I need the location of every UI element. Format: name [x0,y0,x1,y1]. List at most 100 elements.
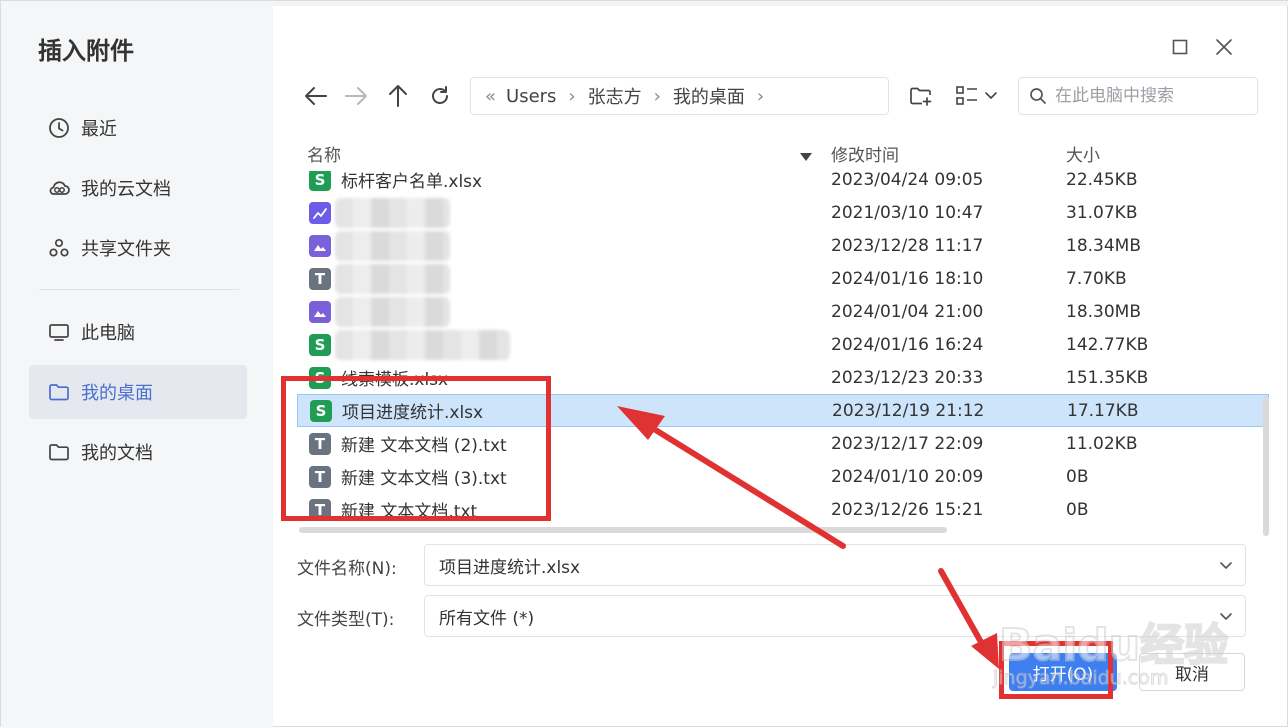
breadcrumb-overflow[interactable]: « [485,86,496,107]
sidebar-item-label: 我的云文档 [81,179,171,200]
search-input[interactable] [1055,86,1245,106]
sidebar-divider [39,289,239,290]
view-mode-button[interactable] [953,79,1001,113]
file-modified: 2024/01/04 21:00 [831,301,984,322]
file-row[interactable]: S 标杆客户名单.xlsx 2023/04/24 09:05 22.45KB [297,171,1269,196]
sidebar-item-cloud-docs[interactable]: 我的云文档 [29,161,247,215]
new-folder-icon [910,87,932,106]
file-size: 151.35KB [1066,367,1149,388]
file-row[interactable]: T 2024/01/16 18:10 7.70KB [297,262,1269,295]
file-modified: 2023/12/19 21:12 [832,400,985,421]
list-view-icon [956,86,997,105]
file-size: 18.30MB [1066,301,1141,322]
filetype-value[interactable]: 所有文件 (*) [439,604,534,629]
file-modified: 2023/12/28 11:17 [831,235,984,256]
vertical-scrollbar[interactable] [1263,396,1269,536]
breadcrumb-item-user[interactable]: 张志方 [588,83,642,109]
file-modified: 2024/01/10 20:09 [831,466,984,487]
sidebar-item-label: 最近 [81,119,117,140]
file-size: 31.07KB [1066,202,1138,223]
sidebar-item-my-desktop[interactable]: 我的桌面 [29,365,247,419]
file-size: 0B [1066,466,1089,487]
sidebar-item-label: 共享文件夹 [81,239,171,260]
image-file-icon [309,234,331,257]
blurred-filename [335,230,450,261]
sidebar-item-my-documents[interactable]: 我的文档 [29,425,247,479]
file-row[interactable]: 2024/01/04 21:00 18.30MB [297,295,1269,328]
maximize-icon [1172,39,1188,55]
text-file-icon: T [309,267,331,290]
sort-descending-icon[interactable] [799,147,813,166]
file-modified: 2023/12/17 22:09 [831,433,984,454]
spreadsheet-icon: S [309,171,331,191]
column-header-size[interactable]: 大小 [1066,141,1100,166]
filename-field[interactable]: 项目进度统计.xlsx [424,544,1246,586]
refresh-button[interactable] [423,79,457,113]
blurred-filename [335,329,510,360]
blurred-filename [335,263,450,294]
column-header-modified[interactable]: 修改时间 [831,141,899,166]
maximize-button[interactable] [1166,33,1194,61]
file-size: 0B [1066,499,1089,520]
arrow-right-icon [345,87,367,105]
close-icon [1216,39,1232,55]
folder-icon [47,380,71,404]
sidebar: 插入附件 最近 我的云文档 共享文件夹 此电脑 我的桌面 我的文档 [1,1,273,728]
refresh-icon [432,86,448,104]
file-size: 17.17KB [1067,400,1139,421]
sidebar-item-this-pc[interactable]: 此电脑 [29,305,247,359]
sidebar-item-label: 我的桌面 [81,383,153,404]
horizontal-scrollbar[interactable] [299,527,947,533]
file-row[interactable]: 2021/03/10 10:47 31.07KB [297,196,1269,229]
file-size: 11.02KB [1066,433,1138,454]
annotation-highlight-box [281,376,551,521]
file-size: 18.34MB [1066,235,1141,256]
arrow-left-icon [305,87,327,105]
file-size: 22.45KB [1066,171,1138,190]
file-row[interactable]: S 2024/01/16 16:24 142.77KB [297,328,1269,361]
file-modified: 2023/12/26 15:21 [831,499,984,520]
breadcrumb-item-desktop[interactable]: 我的桌面 [673,83,745,109]
file-modified: 2021/03/10 10:47 [831,202,984,223]
sidebar-item-label: 此电脑 [81,323,135,344]
file-modified: 2023/12/23 20:33 [831,367,984,388]
filetype-label: 文件类型(T): [297,610,395,630]
chevron-right-icon: › [568,85,576,107]
back-button[interactable] [299,79,333,113]
column-header-name[interactable]: 名称 [307,141,341,166]
chevron-right-icon: › [653,85,661,107]
sidebar-item-label: 我的文档 [81,443,153,464]
monitor-icon [47,320,71,344]
blurred-filename [335,296,450,327]
file-modified: 2024/01/16 16:24 [831,334,984,355]
file-name: 标杆客户名单.xlsx [341,172,483,192]
sidebar-item-shared-folder[interactable]: 共享文件夹 [29,221,247,275]
file-row[interactable]: 2023/12/28 11:17 18.34MB [297,229,1269,262]
filename-value[interactable]: 项目进度统计.xlsx [439,553,580,578]
arrow-up-icon [389,85,407,107]
file-size: 7.70KB [1066,268,1127,289]
watermark: Baidu经验 jingyan.baidu.com [991,601,1231,701]
close-button[interactable] [1210,33,1238,61]
file-size: 142.77KB [1066,334,1149,355]
chevron-down-icon[interactable] [1219,557,1233,577]
cloud-icon [47,176,71,200]
spreadsheet-icon: S [309,333,331,356]
folder-icon [47,440,71,464]
forward-button[interactable] [339,79,373,113]
search-box[interactable] [1018,77,1258,115]
new-folder-button[interactable] [904,79,938,113]
chart-file-icon [309,201,331,224]
up-button[interactable] [381,79,415,113]
watermark-brand: Baidu经验 [998,619,1229,672]
file-modified: 2023/04/24 09:05 [831,171,984,190]
breadcrumb-item-users[interactable]: Users [506,86,556,107]
blurred-filename [335,197,450,228]
path-breadcrumb[interactable]: « Users › 张志方 › 我的桌面 › [470,77,889,115]
image-file-icon [309,300,331,323]
file-modified: 2024/01/16 18:10 [831,268,984,289]
sidebar-item-recent[interactable]: 最近 [29,101,247,155]
chevron-right-icon[interactable]: › [757,86,764,107]
share-icon [47,236,71,260]
filename-label: 文件名称(N): [297,559,397,579]
